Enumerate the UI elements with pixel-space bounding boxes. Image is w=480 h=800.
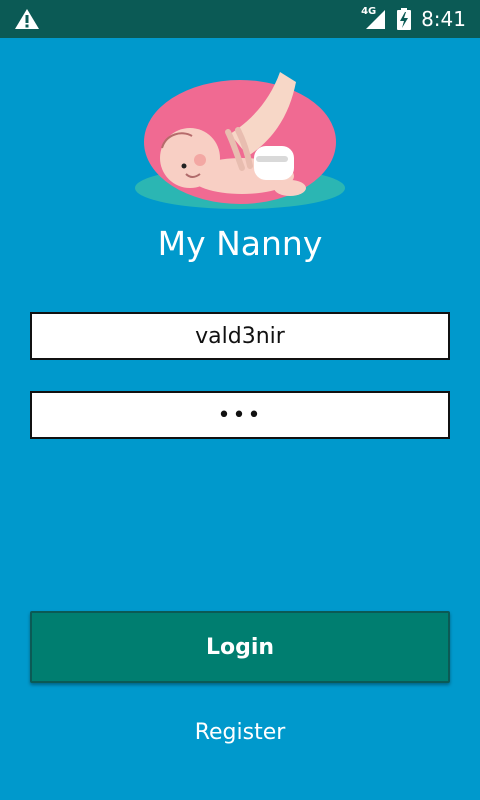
status-bar: 4G 8:41 [0, 0, 480, 38]
login-button[interactable]: Login [30, 611, 450, 683]
register-link[interactable]: Register [0, 720, 480, 745]
status-time: 8:41 [421, 7, 466, 31]
username-input[interactable]: vald3nir [30, 312, 450, 360]
baby-logo [135, 72, 345, 209]
password-mask: ••• [217, 402, 263, 428]
warning-icon [15, 9, 39, 29]
battery-charging-icon [397, 8, 412, 30]
password-input[interactable]: ••• [30, 391, 450, 439]
app-title: My Nanny [157, 224, 323, 263]
status-icons: 4G 8:41 [361, 0, 466, 38]
username-value: vald3nir [195, 323, 285, 349]
login-button-label: Login [205, 634, 275, 660]
signal-icon: 4G [361, 6, 387, 30]
